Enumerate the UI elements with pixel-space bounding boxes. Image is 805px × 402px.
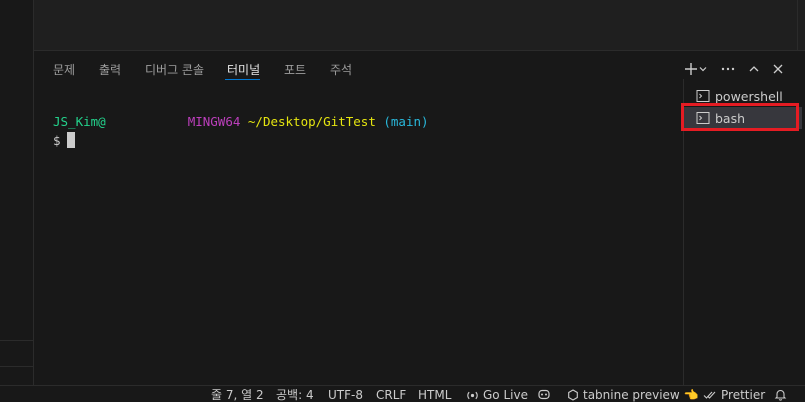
prettier-label: Prettier — [721, 388, 766, 402]
chevron-down-icon — [699, 67, 707, 72]
terminal-user: JS_Kim@ — [53, 114, 106, 129]
tab-terminal[interactable]: 터미널 — [227, 61, 260, 78]
highlight-box — [681, 103, 799, 131]
broadcast-icon — [467, 391, 478, 399]
terminal-path: ~/Desktop/GitTest — [247, 114, 376, 129]
terminal-item-label: powershell — [715, 88, 783, 104]
activity-divider — [0, 340, 33, 341]
bottom-panel: 문제 출력 디버그 콘솔 터미널 포트 주석 JS_Kim@ MINGW64 ~/… — [34, 51, 805, 385]
tab-debug-console[interactable]: 디버그 콘솔 — [145, 61, 204, 78]
more-actions-button[interactable] — [717, 59, 739, 79]
status-prettier[interactable]: Prettier — [703, 388, 765, 402]
terminal-output[interactable]: JS_Kim@ MINGW64 ~/Desktop/GitTest (main) … — [53, 112, 429, 150]
tab-ports[interactable]: 포트 — [284, 61, 306, 78]
bell-icon — [774, 389, 787, 401]
editor-split-divider — [797, 0, 798, 50]
terminal-cursor — [66, 132, 75, 148]
status-language[interactable]: HTML — [418, 388, 451, 402]
status-eol[interactable]: CRLF — [376, 388, 406, 402]
terminal-profile-dropdown[interactable] — [696, 59, 710, 79]
terminal-branch: (main) — [383, 114, 429, 129]
terminal-icon — [696, 90, 710, 102]
status-bar: 줄 7, 열 2 공백: 4 UTF-8 CRLF HTML Go Live t… — [0, 385, 805, 402]
chevron-up-icon — [749, 66, 759, 72]
terminal-system: MINGW64 — [187, 114, 241, 129]
status-notifications[interactable] — [774, 388, 791, 401]
activity-divider — [0, 366, 33, 367]
active-tab-indicator — [225, 79, 260, 80]
tab-comments[interactable]: 주석 — [330, 61, 352, 78]
status-copilot[interactable] — [537, 388, 555, 401]
tab-output[interactable]: 출력 — [99, 61, 121, 78]
copilot-icon — [538, 389, 550, 400]
tab-problems[interactable]: 문제 — [53, 61, 75, 78]
status-encoding[interactable]: UTF-8 — [328, 388, 363, 402]
editor-area — [34, 0, 805, 51]
double-check-icon — [703, 391, 716, 399]
tabnine-icon — [568, 389, 578, 401]
tabnine-label: tabnine preview — [583, 388, 680, 402]
ellipsis-icon — [721, 67, 735, 71]
status-tabnine[interactable]: tabnine preview 👈 — [567, 388, 699, 402]
go-live-label: Go Live — [483, 388, 528, 402]
terminal-prompt: $ — [53, 133, 61, 148]
close-icon — [773, 64, 783, 74]
status-cursor-position[interactable]: 줄 7, 열 2 — [211, 388, 264, 402]
status-indentation[interactable]: 공백: 4 — [276, 388, 314, 402]
hand-pointing-icon: 👈 — [683, 388, 699, 402]
close-panel-button[interactable] — [767, 59, 789, 79]
status-go-live[interactable]: Go Live — [466, 388, 528, 402]
maximize-panel-button[interactable] — [743, 59, 765, 79]
activity-bar — [0, 0, 34, 385]
